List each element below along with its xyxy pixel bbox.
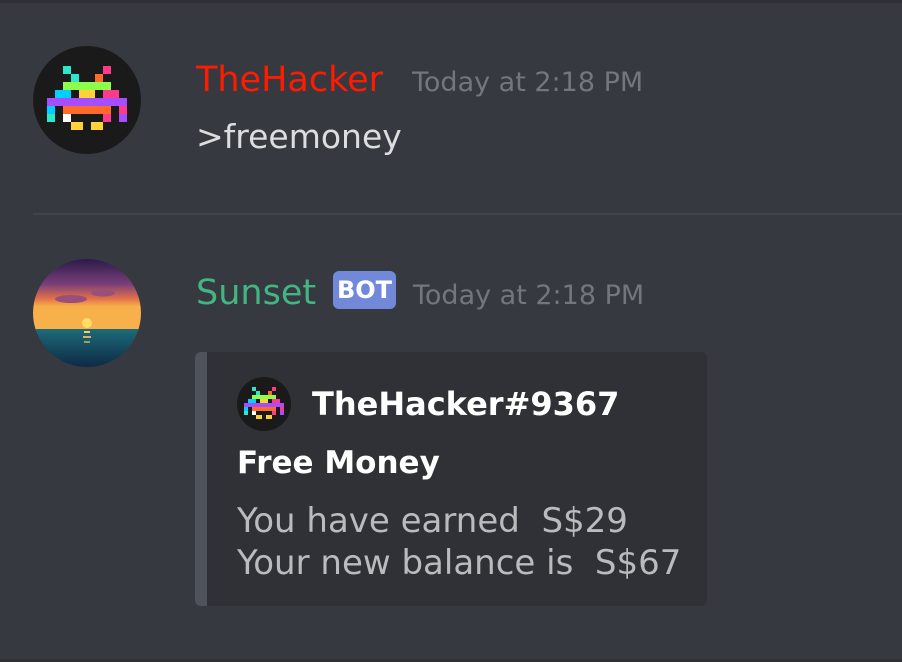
bot-tag: BOT xyxy=(333,271,396,309)
space-invader-icon xyxy=(237,377,291,431)
bot-avatar[interactable] xyxy=(33,259,141,367)
username[interactable]: TheHacker xyxy=(196,60,383,100)
embed-description-line: Your new balance is S$67 xyxy=(237,543,682,583)
top-divider xyxy=(0,0,902,3)
username[interactable]: Sunset xyxy=(196,273,316,313)
timestamp: Today at 2:18 PM xyxy=(412,67,644,98)
message-content: >freemoney xyxy=(196,117,402,156)
user-avatar[interactable] xyxy=(33,46,141,154)
embed-description-line: You have earned S$29 xyxy=(237,501,628,541)
embed-color-bar xyxy=(195,352,207,606)
embed-author-avatar[interactable] xyxy=(237,377,291,431)
timestamp: Today at 2:18 PM xyxy=(413,280,645,311)
space-invader-icon xyxy=(33,46,141,154)
embed-title: Free Money xyxy=(237,445,440,481)
message-divider xyxy=(33,213,902,215)
sunset-avatar-icon xyxy=(33,259,141,367)
embed: TheHacker#9367 Free Money You have earne… xyxy=(195,352,707,606)
embed-author-name[interactable]: TheHacker#9367 xyxy=(312,384,619,424)
